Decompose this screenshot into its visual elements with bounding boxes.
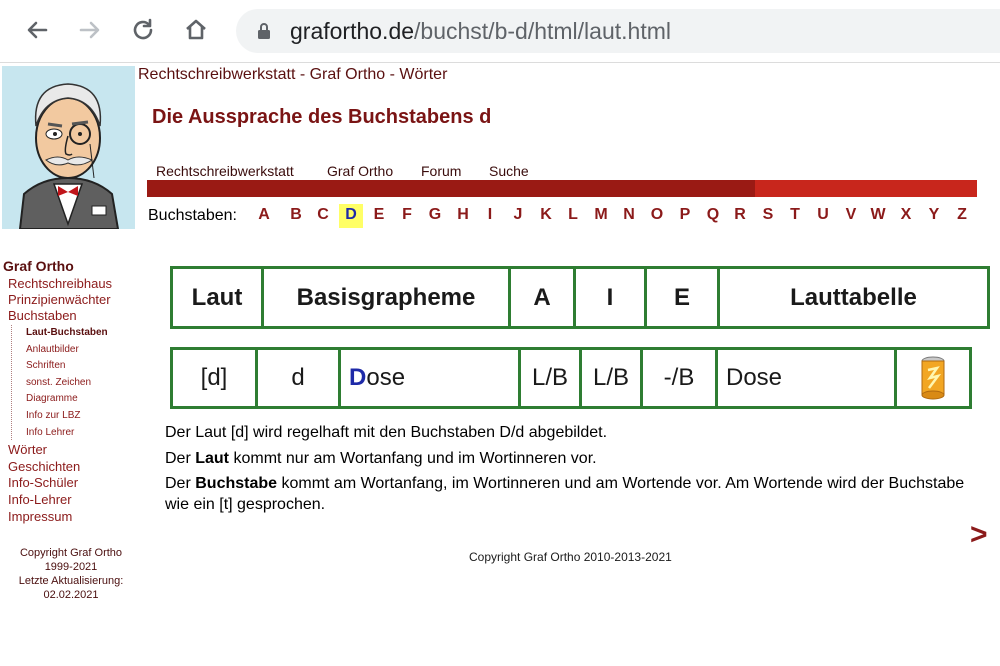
sidebar-item-info-schueler[interactable]: Info-Schüler	[8, 475, 78, 491]
letter-link-r[interactable]: R	[728, 204, 752, 228]
sidebar-item-prinzipienwaechter[interactable]: Prinzipienwächter	[8, 292, 111, 308]
sidebar-subitem-anlautbilder[interactable]: Anlautbilder	[26, 343, 79, 357]
letter-link-z[interactable]: Z	[950, 204, 974, 228]
example-rest: ose	[366, 364, 406, 391]
table-cell-example-word: Dose	[338, 347, 521, 409]
browser-toolbar: grafortho.de/buchst/b-d/html/laut.html	[0, 0, 1000, 63]
letter-link-t[interactable]: T	[783, 204, 807, 228]
lock-icon	[258, 23, 270, 39]
p3-bold-buchstabe: Buchstabe	[195, 475, 278, 492]
letter-link-k[interactable]: K	[534, 204, 558, 228]
paragraph-laut-regel: Der Laut [d] wird regelhaft mit den Buch…	[165, 424, 608, 441]
sidebar-update-label: Letzte Aktualisierung:	[18, 575, 124, 587]
sidebar-update-date: 02.02.2021	[43, 589, 99, 601]
p2-prefix: Der	[165, 450, 196, 467]
back-button[interactable]	[20, 13, 54, 47]
sidebar-heading: Graf Ortho	[3, 258, 74, 274]
table-cell-i: L/B	[579, 347, 643, 409]
nav-link-rechtschreibwerkstatt[interactable]: Rechtschreibwerkstatt	[156, 163, 294, 179]
table-cell-a: L/B	[518, 347, 582, 409]
sidebar-subitem-schriften[interactable]: Schriften	[26, 359, 65, 373]
letter-link-y[interactable]: Y	[922, 204, 946, 228]
letter-link-j[interactable]: J	[506, 204, 530, 228]
home-icon	[186, 19, 206, 40]
nav-link-suche[interactable]: Suche	[489, 163, 529, 179]
sidebar-item-geschichten[interactable]: Geschichten	[8, 459, 80, 475]
nav-link-forum[interactable]: Forum	[421, 163, 461, 179]
sidebar-item-impressum[interactable]: Impressum	[8, 509, 72, 525]
site-title: Rechtschreibwerkstatt - Graf Ortho - Wör…	[138, 66, 448, 83]
table-cell-lauttabelle-word: Dose	[715, 347, 897, 409]
sidebar-item-info-lehrer[interactable]: Info-Lehrer	[8, 492, 72, 508]
header-color-bar-accent	[755, 180, 977, 197]
address-bar[interactable]: grafortho.de/buchst/b-d/html/laut.html	[236, 9, 1000, 53]
letter-link-n[interactable]: N	[617, 204, 641, 228]
forward-arrow-icon	[79, 21, 100, 39]
sidebar-subitem-sonst-zeichen[interactable]: sonst. Zeichen	[26, 376, 91, 390]
footer-copyright: Copyright Graf Ortho 2010-2013-2021	[469, 550, 672, 564]
table-cell-graphem: d	[255, 347, 341, 409]
reload-icon	[133, 18, 153, 40]
sidebar-subitem-info-lbz[interactable]: Info zur LBZ	[26, 409, 80, 423]
table-header-i: I	[573, 266, 647, 329]
back-arrow-icon	[27, 21, 48, 39]
p2-bold-laut: Laut	[195, 450, 230, 467]
sidebar-subitem-diagramme[interactable]: Diagramme	[26, 392, 78, 406]
table-cell-laut: [d]	[170, 347, 258, 409]
alphabet-label: Buchstaben:	[148, 207, 237, 224]
letter-link-b[interactable]: B	[284, 204, 308, 228]
letter-link-d-active[interactable]: D	[339, 204, 363, 228]
p2-rest: kommt nur am Wortanfang und im Wortinner…	[229, 450, 597, 467]
letter-link-f[interactable]: F	[395, 204, 419, 228]
paragraph-laut-position: Der Laut kommt nur am Wortanfang und im …	[165, 448, 985, 469]
letter-link-h[interactable]: H	[451, 204, 475, 228]
table-cell-e: -/B	[640, 347, 718, 409]
table-header-basisgrapheme: Basisgrapheme	[261, 266, 511, 329]
header-color-bar	[147, 180, 977, 197]
p3-rest: kommt am Wortanfang, im Wortinneren und …	[165, 475, 965, 513]
letter-link-w[interactable]: W	[866, 204, 890, 228]
graf-ortho-mascot-image	[2, 66, 135, 229]
reload-button[interactable]	[126, 13, 160, 47]
nav-link-graf-ortho[interactable]: Graf Ortho	[327, 163, 393, 179]
next-page-arrow[interactable]: >	[970, 518, 988, 552]
sidebar-subitem-info-lehrer[interactable]: Info Lehrer	[26, 426, 74, 440]
table-header-e: E	[644, 266, 720, 329]
letter-link-e[interactable]: E	[367, 204, 391, 228]
p3-prefix: Der	[165, 475, 196, 492]
letter-link-p[interactable]: P	[673, 204, 697, 228]
table-header-a: A	[508, 266, 576, 329]
sidebar-copyright-line: Copyright Graf Ortho	[19, 547, 123, 559]
letter-link-g[interactable]: G	[423, 204, 447, 228]
url-path: /buchst/b-d/html/laut.html	[414, 18, 671, 44]
paragraph-buchstabe-position: Der Buchstabe kommt am Wortanfang, im Wo…	[165, 473, 985, 515]
url-text: grafortho.de/buchst/b-d/html/laut.html	[290, 17, 671, 45]
letter-link-i[interactable]: I	[478, 204, 502, 228]
home-button[interactable]	[179, 13, 213, 47]
letter-link-v[interactable]: V	[839, 204, 863, 228]
letter-link-x[interactable]: X	[894, 204, 918, 228]
letter-link-a[interactable]: A	[252, 204, 276, 228]
sidebar-item-woerter[interactable]: Wörter	[8, 442, 47, 458]
letter-link-m[interactable]: M	[589, 204, 613, 228]
page-title: Die Aussprache des Buchstabens d	[152, 106, 492, 128]
sidebar-subitem-laut-buchstaben[interactable]: Laut-Buchstaben	[26, 326, 108, 340]
example-first-letter: D	[349, 364, 367, 391]
letter-link-s[interactable]: S	[756, 204, 780, 228]
tin-can-icon	[921, 356, 945, 400]
sidebar-tree-line	[11, 325, 20, 440]
url-host: grafortho.de	[290, 18, 415, 44]
letter-link-o[interactable]: O	[645, 204, 669, 228]
table-header-lauttabelle: Lauttabelle	[717, 266, 990, 329]
letter-link-q[interactable]: Q	[701, 204, 725, 228]
forward-button[interactable]	[73, 13, 107, 47]
table-cell-can-image[interactable]	[894, 347, 972, 409]
letter-link-l[interactable]: L	[561, 204, 585, 228]
letter-link-c[interactable]: C	[311, 204, 335, 228]
sidebar-copyright-years: 1999-2021	[44, 561, 98, 573]
sidebar-item-buchstaben[interactable]: Buchstaben	[8, 308, 77, 324]
letter-link-u[interactable]: U	[811, 204, 835, 228]
table-header-laut: Laut	[170, 266, 264, 329]
sidebar-item-rechtschreibhaus[interactable]: Rechtschreibhaus	[8, 276, 112, 292]
